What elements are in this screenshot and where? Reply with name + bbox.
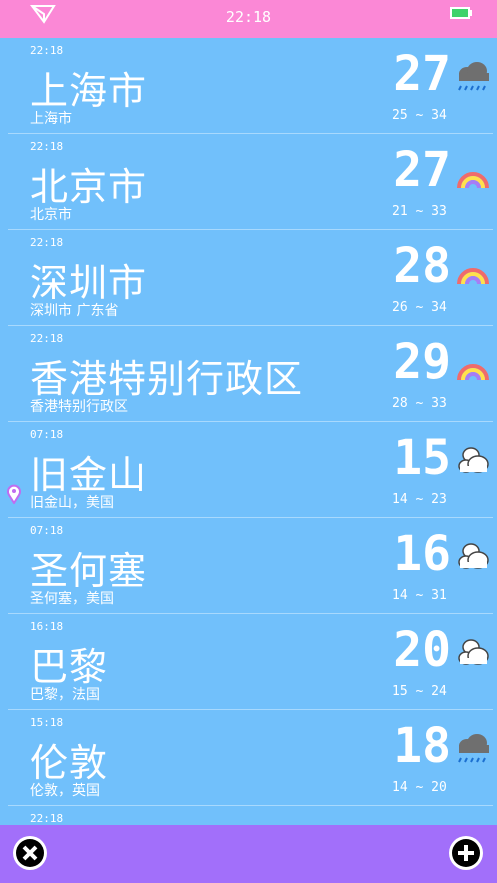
rainbow-icon bbox=[455, 252, 491, 286]
city-local-time: 22:18 bbox=[30, 140, 64, 153]
city-temperature: 20 bbox=[393, 622, 451, 678]
city-local-time: 15:18 bbox=[30, 716, 64, 729]
city-temp-range: 14 ~ 20 bbox=[392, 780, 447, 795]
city-name: 伦敦 bbox=[30, 741, 109, 785]
city-temp-range: 26 ~ 34 bbox=[392, 300, 447, 315]
cloudy-icon bbox=[455, 636, 491, 670]
city-subtitle: 圣何塞，美国 bbox=[30, 591, 114, 607]
city-local-time: 16:18 bbox=[30, 620, 64, 633]
city-temp-range: 25 ~ 34 bbox=[392, 108, 447, 123]
city-name: 圣何塞 bbox=[30, 549, 148, 593]
city-local-time: 22:18 bbox=[30, 236, 64, 249]
cloudy-icon bbox=[455, 444, 491, 478]
city-temp-range: 14 ~ 31 bbox=[392, 588, 447, 603]
city-name: 深圳市 bbox=[30, 261, 148, 305]
rainbow-icon bbox=[455, 348, 491, 382]
city-temp-range: 15 ~ 24 bbox=[392, 684, 447, 699]
city-name: 上海市 bbox=[30, 69, 148, 113]
city-list[interactable]: 22:18 上海市 上海市 27 25 ~ 34 22:18 北京市 北京市 27 21 ~ 33… bbox=[0, 38, 497, 825]
city-row[interactable]: 07:18 圣何塞 圣何塞，美国 16 14 ~ 31 bbox=[0, 518, 497, 614]
bottom-bar bbox=[0, 825, 497, 883]
city-name: 旧金山 bbox=[30, 453, 148, 497]
rain-cloud-icon bbox=[455, 60, 491, 94]
city-temp-range: 28 ~ 33 bbox=[392, 396, 447, 411]
cloudy-icon bbox=[455, 540, 491, 574]
status-bar: 22:18 bbox=[0, 0, 497, 38]
city-subtitle: 北京市 bbox=[30, 207, 72, 223]
map-pin-icon bbox=[7, 484, 21, 504]
battery-icon bbox=[450, 7, 472, 19]
city-temperature: 18 bbox=[393, 718, 451, 774]
city-row[interactable]: 22:18 北京市 北京市 27 21 ~ 33 bbox=[0, 134, 497, 230]
city-subtitle: 巴黎，法国 bbox=[30, 687, 100, 703]
city-subtitle: 伦敦，英国 bbox=[30, 783, 100, 799]
city-temperature: 27 bbox=[393, 142, 451, 198]
city-temperature: 15 bbox=[393, 430, 451, 486]
city-temperature: 29 bbox=[393, 334, 451, 390]
city-row[interactable]: 15:18 伦敦 伦敦，英国 18 14 ~ 20 bbox=[0, 710, 497, 806]
city-local-time: 22:18 bbox=[30, 812, 64, 825]
city-temperature: 27 bbox=[393, 46, 451, 102]
status-time: 22:18 bbox=[225, 8, 272, 26]
rainbow-icon bbox=[455, 156, 491, 190]
city-local-time: 07:18 bbox=[30, 428, 64, 441]
city-row[interactable]: 22:18 深圳市 深圳市 广东省 28 26 ~ 34 bbox=[0, 230, 497, 326]
city-row[interactable]: 22:18 bbox=[0, 806, 497, 825]
add-icon[interactable] bbox=[448, 835, 484, 871]
rain-cloud-icon bbox=[455, 732, 491, 766]
city-temp-range: 14 ~ 23 bbox=[392, 492, 447, 507]
city-temperature: 16 bbox=[393, 526, 451, 582]
city-row[interactable]: 22:18 上海市 上海市 27 25 ~ 34 bbox=[0, 38, 497, 134]
city-row[interactable]: 16:18 巴黎 巴黎，法国 20 15 ~ 24 bbox=[0, 614, 497, 710]
city-subtitle: 上海市 bbox=[30, 111, 72, 127]
city-name: 香港特别行政区 bbox=[30, 357, 304, 401]
city-name: 北京市 bbox=[30, 165, 148, 209]
city-local-time: 07:18 bbox=[30, 524, 64, 537]
city-subtitle: 旧金山，美国 bbox=[30, 495, 114, 511]
city-subtitle: 深圳市 广东省 bbox=[30, 303, 119, 319]
city-row[interactable]: 07:18 旧金山 旧金山，美国 15 14 ~ 23 bbox=[0, 422, 497, 518]
city-temperature: 28 bbox=[393, 238, 451, 294]
city-local-time: 22:18 bbox=[30, 332, 64, 345]
close-icon[interactable] bbox=[12, 835, 48, 871]
city-subtitle: 香港特别行政区 bbox=[30, 399, 128, 415]
city-name: 巴黎 bbox=[30, 645, 109, 689]
city-temp-range: 21 ~ 33 bbox=[392, 204, 447, 219]
city-local-time: 22:18 bbox=[30, 44, 64, 57]
city-row[interactable]: 22:18 香港特别行政区 香港特别行政区 29 28 ~ 33 bbox=[0, 326, 497, 422]
